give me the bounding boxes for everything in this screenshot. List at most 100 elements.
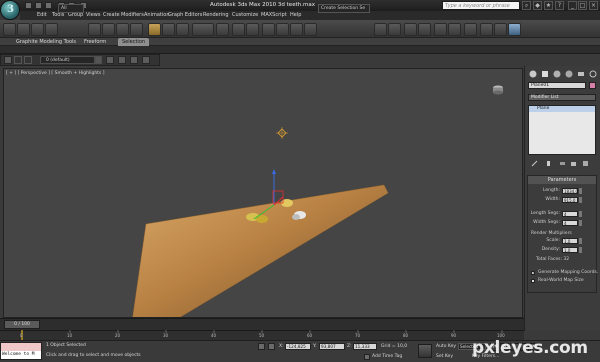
object-name-field[interactable]: Plane01 [528,82,586,89]
tab-graphite-modeling-tools[interactable]: Graphite Modeling Tools [12,38,80,46]
reference-coord-button[interactable] [192,23,214,36]
curve-editor-button[interactable] [434,23,447,36]
spinner-snap-button[interactable] [304,23,317,36]
parameters-rollout-header[interactable]: Parameters [528,176,596,184]
light-helper-icon[interactable] [276,127,288,139]
menu-views[interactable]: Views [86,12,100,18]
show-end-result-icon[interactable] [545,160,552,167]
lock-selection-icon[interactable] [258,343,265,350]
menu-graph-editors[interactable]: Graph Editors [168,12,202,18]
hide-layer-icon[interactable] [14,56,22,64]
scale-field[interactable]: 1,0 [562,238,578,244]
menu-maxscript[interactable]: MAXScript [261,12,287,18]
select-by-name-button[interactable] [102,23,115,36]
pin-stack-icon[interactable] [531,160,538,167]
named-selection-set-dropdown[interactable]: Create Selection Se [318,4,370,13]
display-tab-icon[interactable] [577,70,585,78]
viewcube[interactable] [492,85,504,95]
select-in-layer-icon[interactable] [130,56,138,64]
render-production-button[interactable] [508,23,521,36]
menu-modifiers[interactable]: Modifiers [121,12,144,18]
layers-icon[interactable] [4,56,12,64]
generate-mapping-checkbox[interactable] [531,270,535,275]
undo-button[interactable] [3,23,16,36]
menu-rendering[interactable]: Rendering [203,12,229,18]
snaps-toggle-button[interactable] [262,23,275,36]
close-icon[interactable]: × [589,1,598,10]
keyboard-shortcut-button[interactable] [246,23,259,36]
set-current-layer-icon[interactable] [142,56,150,64]
hierarchy-tab-icon[interactable] [553,70,561,78]
open-file-icon[interactable] [35,2,42,9]
select-move-button[interactable] [148,23,161,36]
select-link-button[interactable] [17,23,30,36]
width-segs-spinner[interactable] [579,220,582,226]
help-icon[interactable]: ? [555,1,564,10]
unlink-button[interactable] [31,23,44,36]
x-coord-field[interactable]: -124,825 [285,343,311,350]
motion-tab-icon[interactable] [565,70,573,78]
current-layer-dropdown[interactable]: 0 (default) [40,56,95,64]
scale-spinner[interactable] [579,238,582,244]
stack-item-plane[interactable]: Plane [529,106,595,112]
layer-dropdown-arrow[interactable] [95,56,102,64]
select-rotate-button[interactable] [162,23,175,36]
auto-key-button[interactable]: Auto Key [436,344,456,349]
render-setup-button[interactable] [480,23,493,36]
mirror-button[interactable] [374,23,387,36]
wooden-plane[interactable] [132,184,389,318]
percent-snap-button[interactable] [290,23,303,36]
tab-selection[interactable]: Selection [118,38,150,46]
favorites-icon[interactable]: ★ [544,1,553,10]
real-world-map-size-checkbox[interactable] [531,279,535,283]
add-time-tag-button[interactable]: Add Time Tag [372,354,402,359]
bind-space-warp-button[interactable] [45,23,58,36]
modify-tab-icon[interactable] [541,70,549,78]
key-icon[interactable] [418,344,432,358]
length-field[interactable]: 1834,0 [562,188,578,194]
tab-freeform[interactable]: Freeform [80,38,110,46]
freeze-layer-icon[interactable] [24,56,32,64]
width-segs-field[interactable]: 4 [562,220,578,226]
region-select-button[interactable] [116,23,129,36]
maxscript-listener-output[interactable]: Welcome to M [1,351,41,359]
menu-animation[interactable]: Animation [144,12,170,18]
z-coord-field[interactable]: 11,333 [353,343,377,350]
menu-help[interactable]: Help [290,12,301,18]
window-crossing-button[interactable] [130,23,143,36]
new-file-icon[interactable] [25,2,32,9]
layer-manager-button[interactable] [404,23,417,36]
set-key-button[interactable]: Set Key [436,354,453,359]
create-layer-icon[interactable] [118,56,126,64]
length-segs-spinner[interactable] [579,211,582,217]
modifier-stack[interactable] [528,105,596,155]
save-file-icon[interactable] [45,2,52,9]
pivot-center-button[interactable] [216,23,229,36]
modifier-list-dropdown[interactable]: Modifier List [528,94,596,101]
angle-snap-button[interactable] [276,23,289,36]
perspective-viewport[interactable]: [ + ] [ Perspective ] [ Smooth + Highlig… [3,68,523,318]
selection-filter-dropdown[interactable]: All [58,4,84,13]
menu-edit[interactable]: Edit [37,12,47,18]
graphite-toggle-button[interactable] [418,23,431,36]
density-spinner[interactable] [579,247,582,253]
select-object-button[interactable] [88,23,101,36]
minimize-icon[interactable]: _ [568,1,577,10]
material-editor-button[interactable] [464,23,477,36]
app-logo-button[interactable]: 3 [0,0,20,20]
time-slider-track[interactable] [0,318,524,330]
select-scale-button[interactable] [176,23,189,36]
configure-modifier-sets-icon[interactable] [582,160,589,167]
schematic-view-button[interactable] [448,23,461,36]
make-unique-icon[interactable] [559,160,566,167]
menu-customize[interactable]: Customize [232,12,258,18]
width-spinner[interactable] [579,197,582,203]
search-icon[interactable]: ⌕ [522,1,531,10]
rendered-frame-window-button[interactable] [494,23,507,36]
add-to-layer-icon[interactable] [106,56,114,64]
absolute-transform-icon[interactable] [268,343,275,350]
create-tab-icon[interactable] [529,70,537,78]
length-segs-field[interactable]: 4 [562,211,578,217]
length-spinner[interactable] [579,188,582,194]
menu-create[interactable]: Create [103,12,120,18]
